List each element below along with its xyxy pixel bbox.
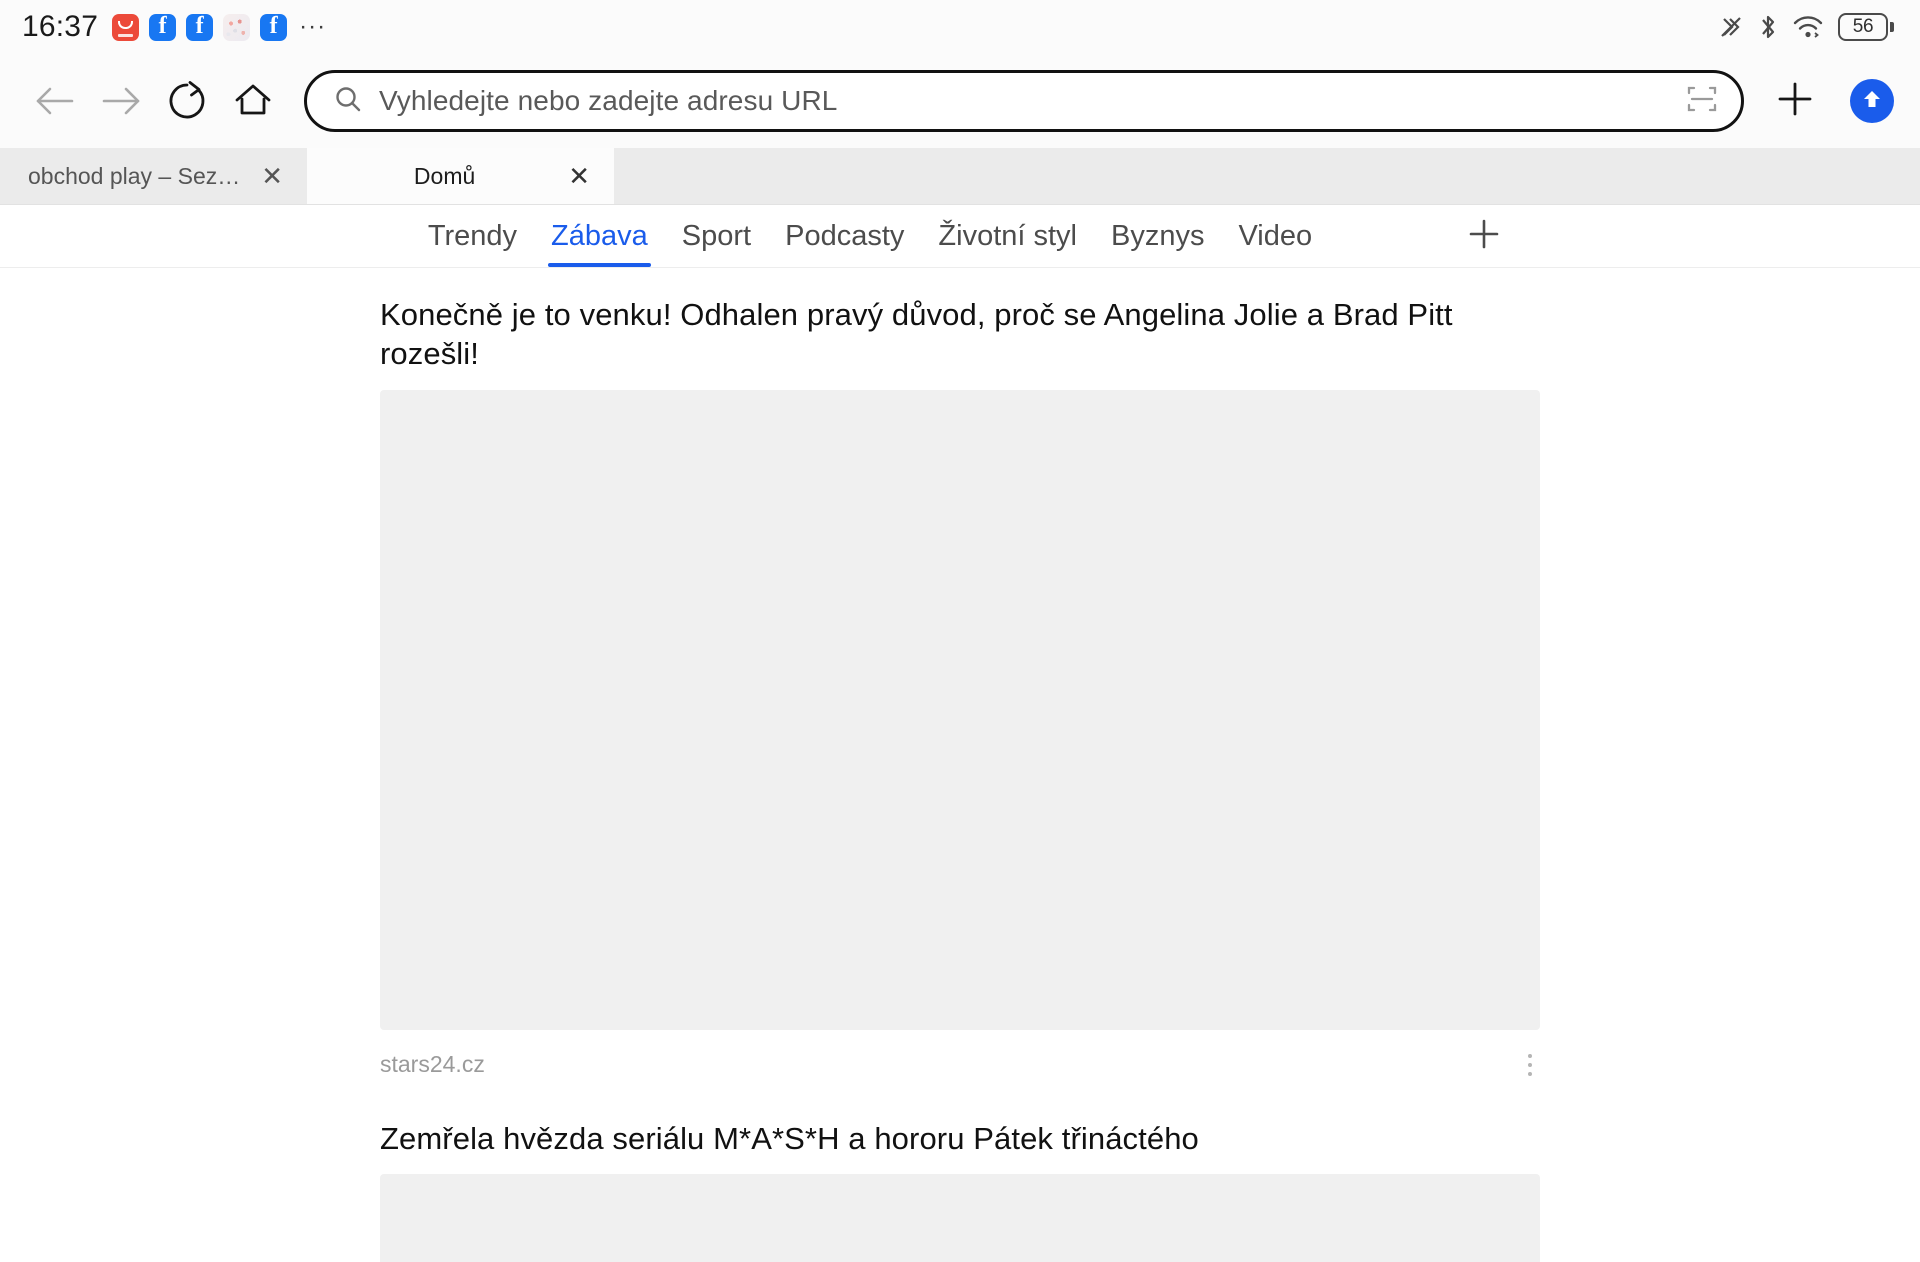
plus-icon: [1776, 80, 1814, 123]
article-image-placeholder: [380, 1174, 1540, 1262]
tab-close-icon[interactable]: ✕: [568, 163, 590, 189]
battery-level-label: 56: [1852, 16, 1874, 37]
tab-strip-empty-area: [614, 148, 1920, 204]
status-time: 16:37: [22, 10, 99, 43]
upload-button[interactable]: [1850, 79, 1894, 123]
facebook-icon: [260, 13, 288, 41]
article-headline[interactable]: Zemřela hvězda seriálu M*A*S*H a hororu …: [380, 1092, 1540, 1175]
search-icon: [333, 84, 363, 119]
reload-icon: [166, 80, 208, 122]
tab-title: Domů: [413, 162, 476, 189]
article-headline[interactable]: Konečně je to venku! Odhalen pravý důvod…: [380, 268, 1540, 390]
page-content: Trendy Zábava Sport Podcasty Životní sty…: [0, 205, 1920, 1262]
vibrate-icon: [1718, 14, 1744, 40]
category-tab-zivotni-styl[interactable]: Životní styl: [921, 205, 1094, 267]
reload-button[interactable]: [154, 68, 220, 134]
status-bar-right: 56: [1718, 13, 1894, 41]
address-bar-placeholder: Vyhledejte nebo zadejte adresu URL: [379, 85, 838, 116]
status-bar-left: 16:37 ···: [22, 10, 326, 44]
upload-arrow-icon: [1858, 85, 1886, 118]
battery-indicator: 56: [1838, 13, 1894, 41]
back-button[interactable]: [22, 68, 88, 134]
article-meta-row: stars24.cz: [380, 1030, 1540, 1092]
tab-strip: obchod play – Sez… ✕ Domů ✕: [0, 148, 1920, 205]
tab-title: obchod play – Sez…: [28, 162, 241, 189]
notification-overflow-icon: ···: [299, 13, 327, 40]
category-tab-trendy[interactable]: Trendy: [411, 205, 534, 267]
scan-qr-icon[interactable]: [1685, 82, 1719, 121]
photo-thumbnail-icon: [223, 13, 251, 41]
article-source-label: stars24.cz: [380, 1051, 485, 1077]
plus-icon: [1467, 217, 1501, 256]
category-tab-video[interactable]: Video: [1221, 205, 1329, 267]
status-bar: 16:37 ···: [0, 0, 1920, 54]
browser-tab[interactable]: obchod play – Sez… ✕: [0, 148, 307, 204]
forward-button[interactable]: [88, 68, 154, 134]
news-feed: Konečně je to venku! Odhalen pravý důvod…: [0, 268, 1920, 1262]
category-tab-sport[interactable]: Sport: [665, 205, 768, 267]
huawei-appgallery-icon: [112, 13, 140, 41]
feed-article-card[interactable]: Konečně je to venku! Odhalen pravý důvod…: [0, 268, 1920, 1092]
category-tab-zabava[interactable]: Zábava: [534, 205, 665, 267]
feed-article-card[interactable]: Zemřela hvězda seriálu M*A*S*H a hororu …: [0, 1092, 1920, 1262]
add-category-button[interactable]: [1459, 211, 1509, 261]
browser-tab-active[interactable]: Domů ✕: [307, 148, 614, 204]
facebook-icon: [186, 13, 214, 41]
back-arrow-icon: [33, 81, 77, 121]
home-icon: [232, 81, 274, 121]
browser-toolbar: Vyhledejte nebo zadejte adresu URL: [0, 54, 1920, 148]
category-tab-byznys[interactable]: Byznys: [1094, 205, 1221, 267]
category-tabs: Trendy Zábava Sport Podcasty Životní sty…: [0, 205, 1920, 268]
address-bar[interactable]: Vyhledejte nebo zadejte adresu URL: [304, 70, 1744, 132]
article-image-placeholder: [380, 389, 1540, 1030]
facebook-icon: [149, 13, 177, 41]
home-button[interactable]: [220, 68, 286, 134]
forward-arrow-icon: [99, 81, 143, 121]
tab-close-icon[interactable]: ✕: [261, 163, 283, 189]
bluetooth-icon: [1758, 13, 1778, 41]
article-options-menu-icon[interactable]: [1520, 1048, 1540, 1082]
wifi-icon: [1792, 14, 1824, 40]
category-tab-podcasty[interactable]: Podcasty: [768, 205, 921, 267]
new-tab-button[interactable]: [1764, 70, 1826, 132]
